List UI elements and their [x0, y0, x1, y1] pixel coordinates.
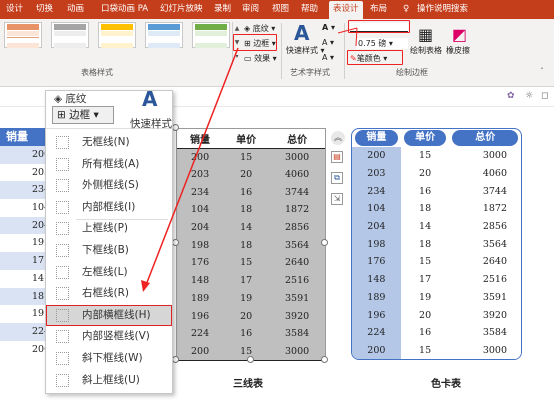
- annotation-arrow: [141, 27, 358, 292]
- arrow-line: [337, 27, 358, 34]
- arrow-line: [145, 47, 239, 286]
- arrow-line: [355, 27, 358, 47]
- arrow-head: [141, 280, 150, 292]
